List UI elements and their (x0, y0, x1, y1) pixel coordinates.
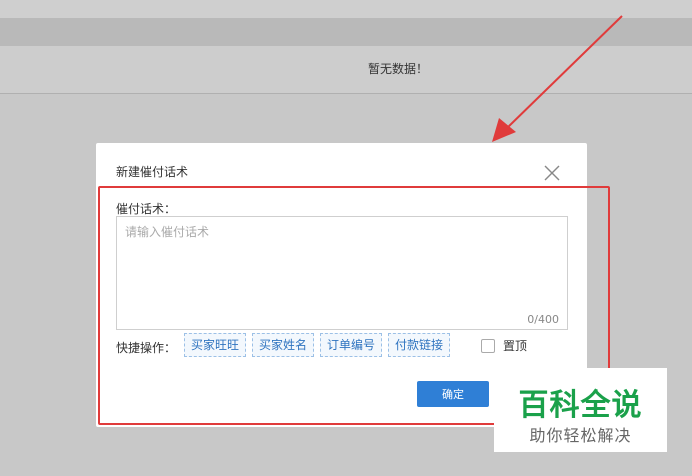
empty-table-row: 暂无数据！ (0, 46, 692, 94)
table-header (0, 18, 692, 46)
watermark-logo: 百科全说 助你轻松解决 (494, 368, 667, 452)
quick-tag-payment-link[interactable]: 付款链接 (388, 333, 451, 357)
watermark-subtitle: 助你轻松解决 (529, 426, 632, 445)
pin-to-top-option[interactable]: 置顶 (481, 337, 527, 354)
reminder-text-label: 催付话术： (116, 202, 177, 216)
quick-tag-order-number[interactable]: 订单编号 (320, 333, 383, 357)
reminder-text-box: 0/400 (116, 216, 568, 330)
empty-data-text: 暂无数据！ (368, 62, 429, 76)
dialog-title: 新建催付话术 (116, 165, 189, 179)
reminder-text-input[interactable] (117, 217, 567, 329)
quick-tag-buyer-name[interactable]: 买家姓名 (252, 333, 315, 357)
watermark-title: 百科全说 (518, 388, 643, 423)
page-top-strip (0, 0, 692, 18)
char-count: 0/400 (527, 313, 559, 326)
pin-checkbox[interactable] (481, 338, 495, 353)
close-button[interactable] (542, 163, 562, 183)
confirm-button[interactable]: 确定 (417, 381, 489, 407)
close-icon (544, 165, 560, 181)
quick-actions-group: 买家旺旺 买家姓名 订单编号 付款链接 (184, 333, 451, 357)
quick-tag-buyer-wangwang[interactable]: 买家旺旺 (184, 333, 247, 357)
quick-actions-label: 快捷操作： (116, 341, 177, 355)
pin-label: 置顶 (503, 339, 528, 353)
